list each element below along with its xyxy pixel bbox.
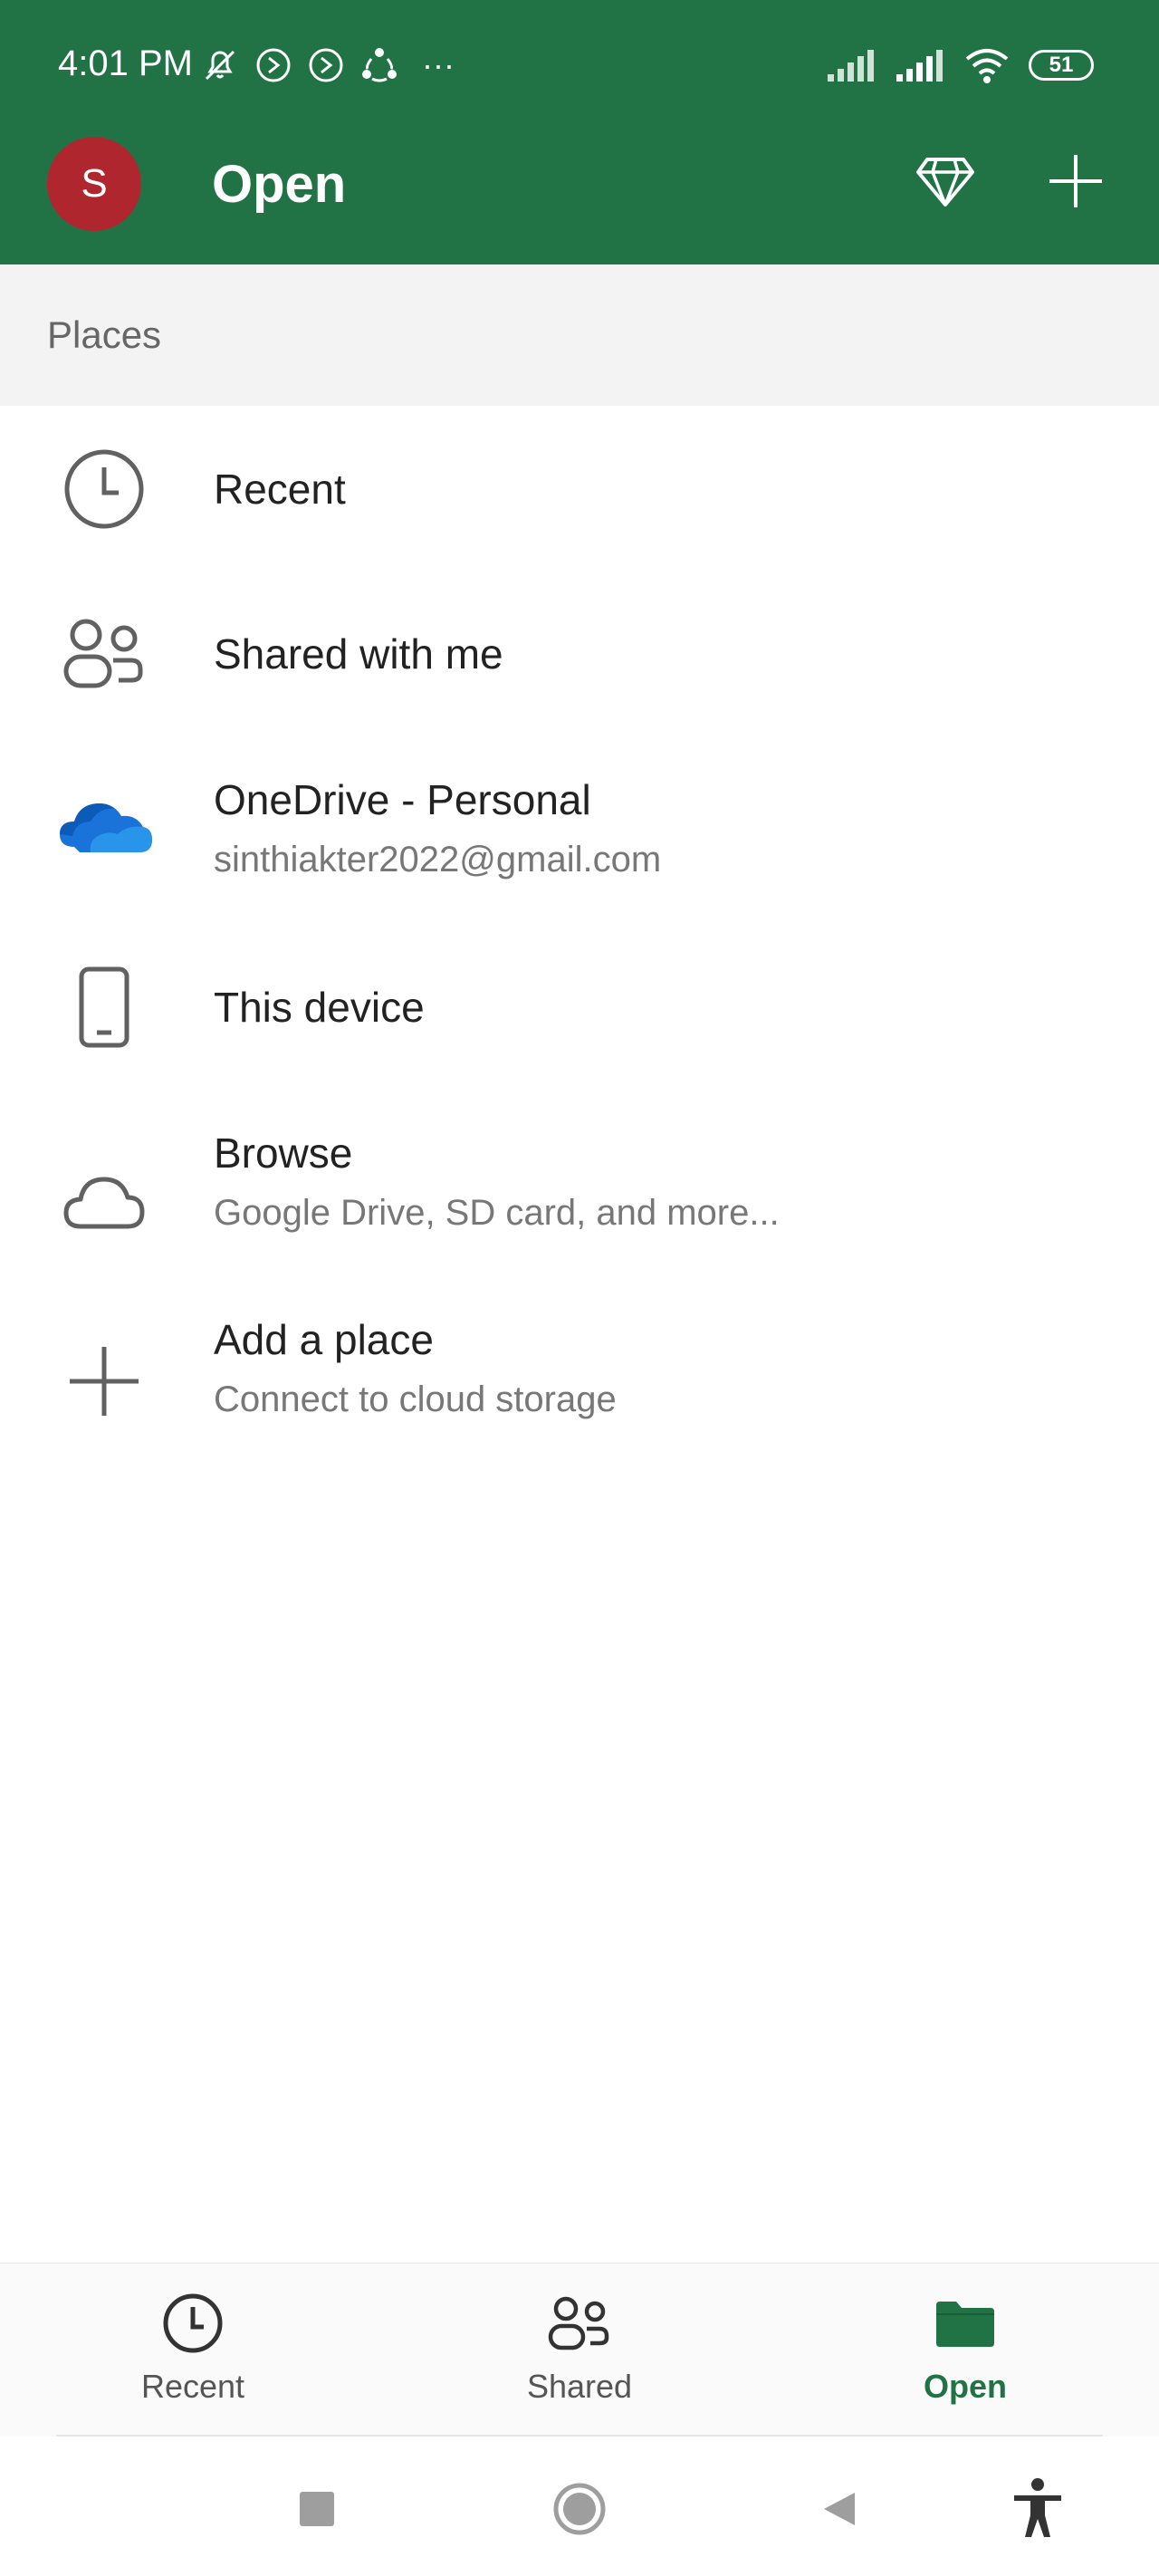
- home-button[interactable]: [534, 2464, 625, 2554]
- status-bar: 4:01 PM ··· 51: [0, 0, 1159, 132]
- mute-icon: [205, 50, 235, 81]
- place-subtitle: sinthiakter2022@gmail.com: [214, 840, 662, 879]
- nav-label: Shared: [526, 2368, 633, 2405]
- more-notifications-icon: ···: [422, 46, 455, 83]
- status-notification-icons: ···: [199, 42, 455, 89]
- diamond-icon: [916, 158, 974, 207]
- cloud-icon: [54, 1152, 154, 1252]
- sync-icon: [362, 48, 397, 82]
- place-item-onedrive[interactable]: OneDrive - Personal sinthiakter2022@gmai…: [0, 752, 1159, 915]
- app-notification-icon: [309, 48, 343, 82]
- place-title: Shared with me: [214, 630, 503, 678]
- place-item-recent[interactable]: Recent: [0, 417, 1159, 562]
- status-time: 4:01 PM: [58, 43, 193, 83]
- onedrive-icon: [54, 781, 154, 880]
- clock-icon: [54, 439, 154, 539]
- wifi-icon: [965, 49, 1009, 83]
- clock-icon: [152, 2283, 234, 2364]
- square-icon: [300, 2492, 334, 2526]
- accessibility-button[interactable]: [992, 2464, 1083, 2554]
- new-file-button[interactable]: [1039, 145, 1112, 217]
- section-label-places: Places: [47, 313, 162, 356]
- signal-icon: [896, 50, 943, 82]
- circle-icon: [553, 2483, 606, 2535]
- premium-button[interactable]: [909, 145, 982, 217]
- place-title: Browse: [214, 1129, 353, 1177]
- plus-icon: [54, 1331, 154, 1431]
- battery-icon: 51: [1029, 50, 1094, 81]
- nav-label: Open: [923, 2368, 1007, 2405]
- avatar-initial: S: [81, 161, 108, 206]
- recents-button[interactable]: [272, 2464, 362, 2554]
- app-notification-icon: [256, 48, 291, 82]
- bottom-nav-open[interactable]: Open: [857, 2283, 1074, 2418]
- place-title: This device: [214, 984, 425, 1031]
- place-item-shared[interactable]: Shared with me: [0, 582, 1159, 726]
- section-header: [0, 264, 1159, 406]
- people-icon: [539, 2283, 620, 2364]
- people-icon: [54, 604, 154, 704]
- place-subtitle: Google Drive, SD card, and more...: [214, 1193, 780, 1233]
- folder-icon: [924, 2283, 1006, 2364]
- signal-icon: [828, 50, 874, 82]
- avatar[interactable]: S: [47, 137, 141, 231]
- place-title: OneDrive - Personal: [214, 776, 591, 823]
- page-title: Open: [212, 155, 347, 214]
- place-title: Add a place: [214, 1316, 434, 1363]
- place-item-this-device[interactable]: This device: [0, 935, 1159, 1080]
- accessibility-icon: [1014, 2478, 1061, 2537]
- place-item-add-place[interactable]: Add a place Connect to cloud storage: [0, 1313, 1159, 1476]
- status-system-icons: 51: [826, 42, 1094, 89]
- place-item-browse[interactable]: Browse Google Drive, SD card, and more..…: [0, 1123, 1159, 1286]
- back-triangle-icon: [824, 2493, 855, 2525]
- nav-label: Recent: [140, 2368, 245, 2405]
- back-button[interactable]: [793, 2464, 884, 2554]
- bottom-nav-recent[interactable]: Recent: [84, 2283, 302, 2418]
- bottom-nav-shared[interactable]: Shared: [471, 2283, 688, 2418]
- place-title: Recent: [214, 466, 346, 513]
- phone-icon: [54, 957, 154, 1057]
- plus-icon: [1049, 155, 1102, 207]
- place-subtitle: Connect to cloud storage: [214, 1379, 617, 1419]
